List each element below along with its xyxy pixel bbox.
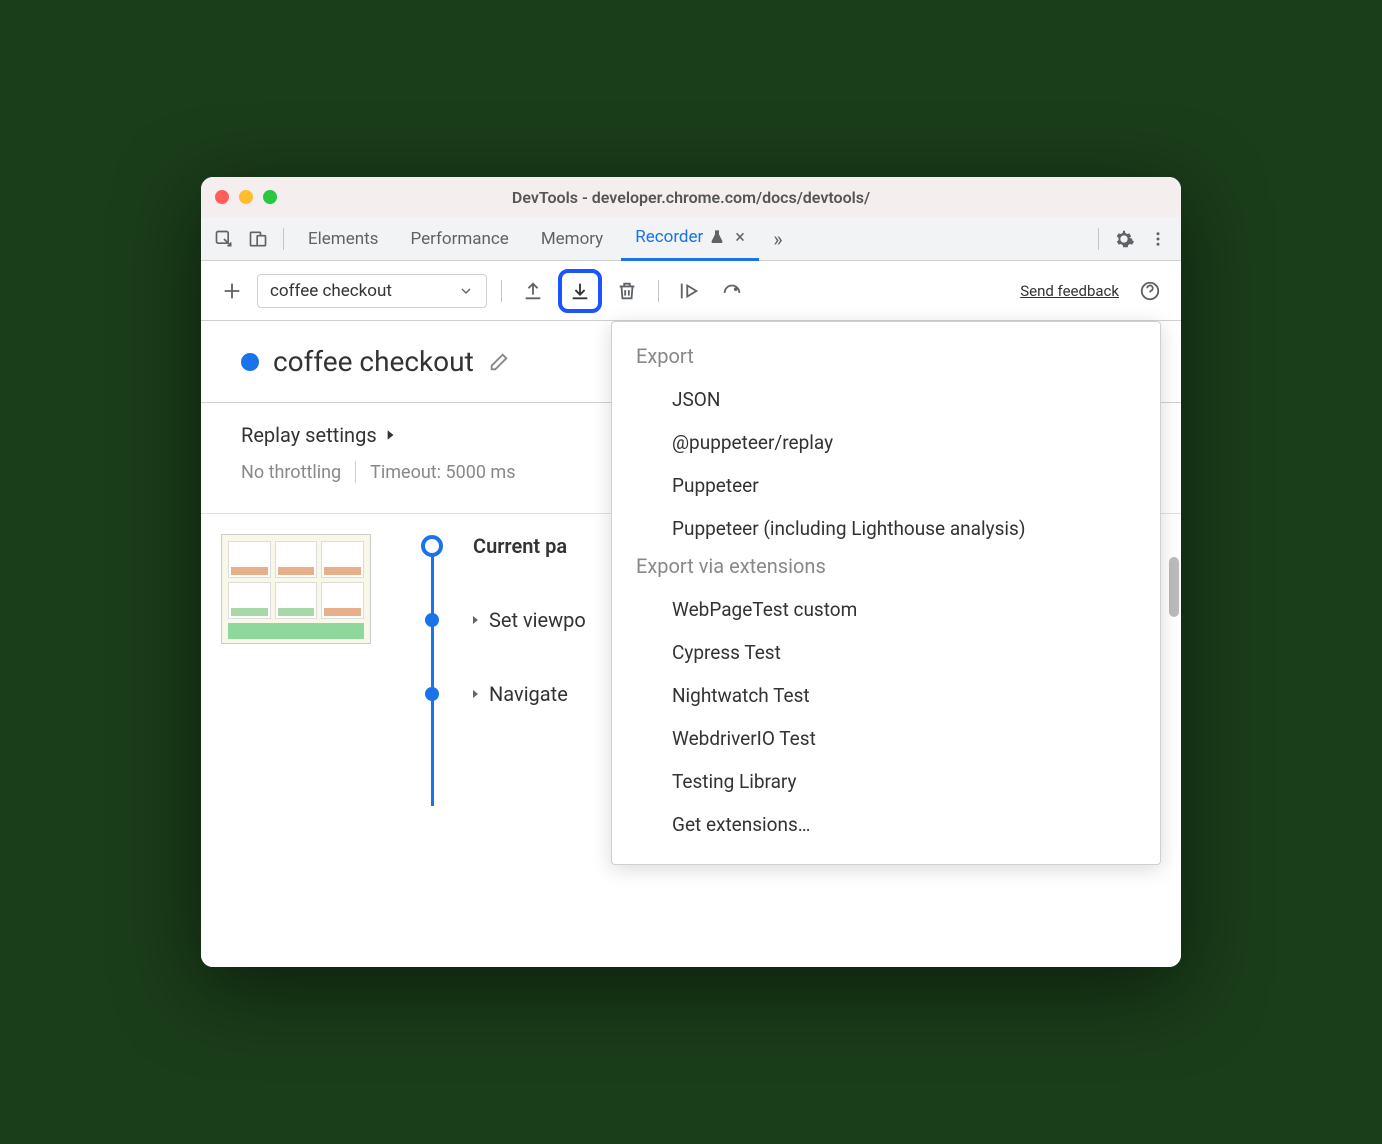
export-webdriverio[interactable]: WebdriverIO Test: [612, 717, 1160, 760]
divider: [501, 280, 502, 302]
export-puppeteer[interactable]: Puppeteer: [612, 464, 1160, 507]
timeline-line: [431, 556, 434, 806]
settings-icon[interactable]: [1109, 224, 1139, 254]
window-minimize-button[interactable]: [239, 190, 253, 204]
divider: [283, 228, 284, 250]
divider: [355, 461, 356, 483]
recorder-toolbar: coffee checkout Send feedback: [201, 261, 1181, 321]
step-dot: [421, 535, 443, 557]
flask-icon: [709, 229, 725, 245]
scrollbar-thumb[interactable]: [1169, 557, 1179, 617]
timeout-value[interactable]: Timeout: 5000 ms: [370, 462, 515, 483]
divider: [658, 280, 659, 302]
export-menu-header: Export: [612, 340, 1160, 378]
export-puppeteer-replay[interactable]: @puppeteer/replay: [612, 421, 1160, 464]
page-thumbnail: [221, 534, 371, 644]
chevron-right-icon: [469, 688, 481, 700]
export-extensions-header: Export via extensions: [612, 550, 1160, 588]
import-button[interactable]: [516, 274, 550, 308]
device-toggle-icon[interactable]: [243, 224, 273, 254]
inspect-icon[interactable]: [209, 224, 239, 254]
window-close-button[interactable]: [215, 190, 229, 204]
window-title: DevTools - developer.chrome.com/docs/dev…: [201, 188, 1181, 207]
export-menu: Export JSON @puppeteer/replay Puppeteer …: [611, 321, 1161, 865]
export-testing-library[interactable]: Testing Library: [612, 760, 1160, 803]
window-controls: [215, 190, 277, 204]
step-label: Current pa: [473, 534, 567, 558]
export-json[interactable]: JSON: [612, 378, 1160, 421]
step-dot: [425, 613, 439, 627]
titlebar: DevTools - developer.chrome.com/docs/dev…: [201, 177, 1181, 217]
send-feedback-link[interactable]: Send feedback: [1020, 282, 1119, 300]
export-webpagetest[interactable]: WebPageTest custom: [612, 588, 1160, 631]
recording-dropdown[interactable]: coffee checkout: [257, 274, 487, 308]
chevron-down-icon: [458, 283, 474, 299]
recording-status-dot: [241, 353, 259, 371]
tab-recorder[interactable]: Recorder ×: [621, 217, 759, 261]
devtools-tabbar: Elements Performance Memory Recorder × »: [201, 217, 1181, 261]
step-dot: [425, 687, 439, 701]
chevron-right-icon: [383, 428, 397, 442]
export-button[interactable]: [558, 269, 602, 313]
chevron-right-icon: [469, 614, 481, 626]
step-replay-button[interactable]: [673, 274, 707, 308]
export-cypress[interactable]: Cypress Test: [612, 631, 1160, 674]
delete-button[interactable]: [610, 274, 644, 308]
tab-elements-label: Elements: [308, 229, 378, 249]
export-nightwatch[interactable]: Nightwatch Test: [612, 674, 1160, 717]
more-tabs-icon[interactable]: »: [763, 224, 793, 254]
tab-memory[interactable]: Memory: [527, 217, 617, 261]
devtools-window: DevTools - developer.chrome.com/docs/dev…: [201, 177, 1181, 967]
window-maximize-button[interactable]: [263, 190, 277, 204]
replay-settings-label: Replay settings: [241, 423, 377, 447]
replay-speed-button[interactable]: [715, 274, 749, 308]
kebab-menu-icon[interactable]: [1143, 224, 1173, 254]
export-puppeteer-lighthouse[interactable]: Puppeteer (including Lighthouse analysis…: [612, 507, 1160, 550]
tab-performance[interactable]: Performance: [396, 217, 522, 261]
help-icon[interactable]: [1133, 274, 1167, 308]
divider: [1098, 228, 1099, 250]
tab-recorder-label: Recorder: [635, 227, 703, 247]
recording-dropdown-label: coffee checkout: [270, 281, 392, 301]
tab-memory-label: Memory: [541, 229, 603, 249]
add-recording-button[interactable]: [215, 274, 249, 308]
tab-performance-label: Performance: [410, 229, 508, 249]
step-label: Set viewpo: [469, 608, 586, 632]
edit-title-icon[interactable]: [488, 351, 510, 373]
export-get-extensions[interactable]: Get extensions…: [612, 803, 1160, 846]
recording-title: coffee checkout: [273, 345, 474, 378]
step-label: Navigate: [469, 682, 568, 706]
tab-elements[interactable]: Elements: [294, 217, 392, 261]
tab-close-icon[interactable]: ×: [735, 227, 745, 248]
throttling-value[interactable]: No throttling: [241, 462, 341, 483]
